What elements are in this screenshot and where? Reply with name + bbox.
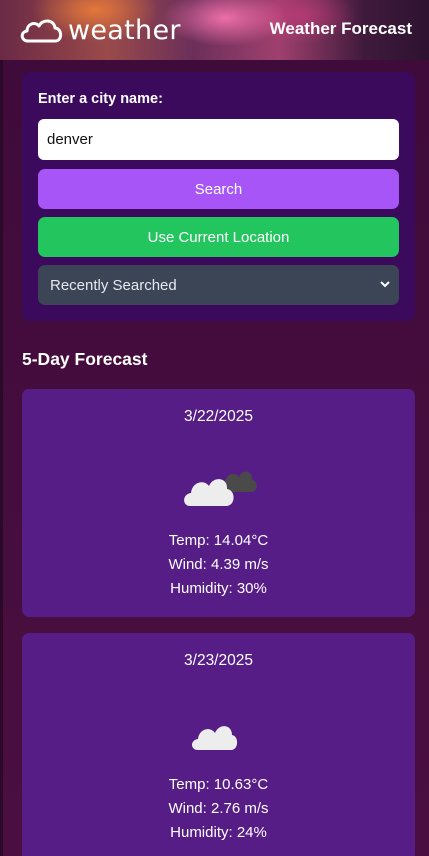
recently-searched-value: Recently Searched: [50, 276, 177, 294]
main-content: Enter a city name: Search Use Current Lo…: [0, 60, 429, 856]
forecast-temp: Temp: 14.04°C: [168, 532, 269, 549]
forecast-wind: Wind: 4.39 m/s: [168, 556, 269, 573]
few-clouds-icon: [192, 726, 238, 750]
city-input-label: Enter a city name:: [38, 91, 163, 107]
broken-clouds-icon: [184, 471, 257, 506]
recently-searched-select[interactable]: Recently Searched: [38, 265, 399, 305]
search-button[interactable]: Search: [38, 169, 399, 209]
use-current-location-button[interactable]: Use Current Location: [38, 217, 399, 257]
chevron-down-icon: [380, 281, 390, 288]
app-header: weather Weather Forecast: [0, 0, 429, 60]
search-panel: Enter a city name: Search Use Current Lo…: [22, 72, 415, 321]
forecast-temp: Temp: 10.63°C: [168, 776, 269, 793]
header-title: Weather Forecast: [269, 19, 412, 38]
forecast-title: 5-Day Forecast: [22, 349, 148, 369]
forecast-humidity: Humidity: 24%: [170, 824, 267, 841]
forecast-date: 3/23/2025: [184, 652, 253, 669]
forecast-card: 3/23/2025 Temp: 10.63°C Wind: 2.76 m/s H…: [22, 633, 415, 856]
logo-text: weather: [68, 14, 181, 46]
forecast-humidity: Humidity: 30%: [170, 580, 267, 597]
city-input[interactable]: [38, 119, 399, 160]
forecast-wind: Wind: 2.76 m/s: [168, 800, 269, 817]
forecast-card: 3/22/2025 Temp: 14.04°C Wind: 4.39 m/s H…: [22, 389, 415, 617]
logo[interactable]: weather: [18, 12, 181, 48]
forecast-date: 3/22/2025: [184, 408, 253, 425]
cloud-logo-icon: [20, 19, 63, 43]
